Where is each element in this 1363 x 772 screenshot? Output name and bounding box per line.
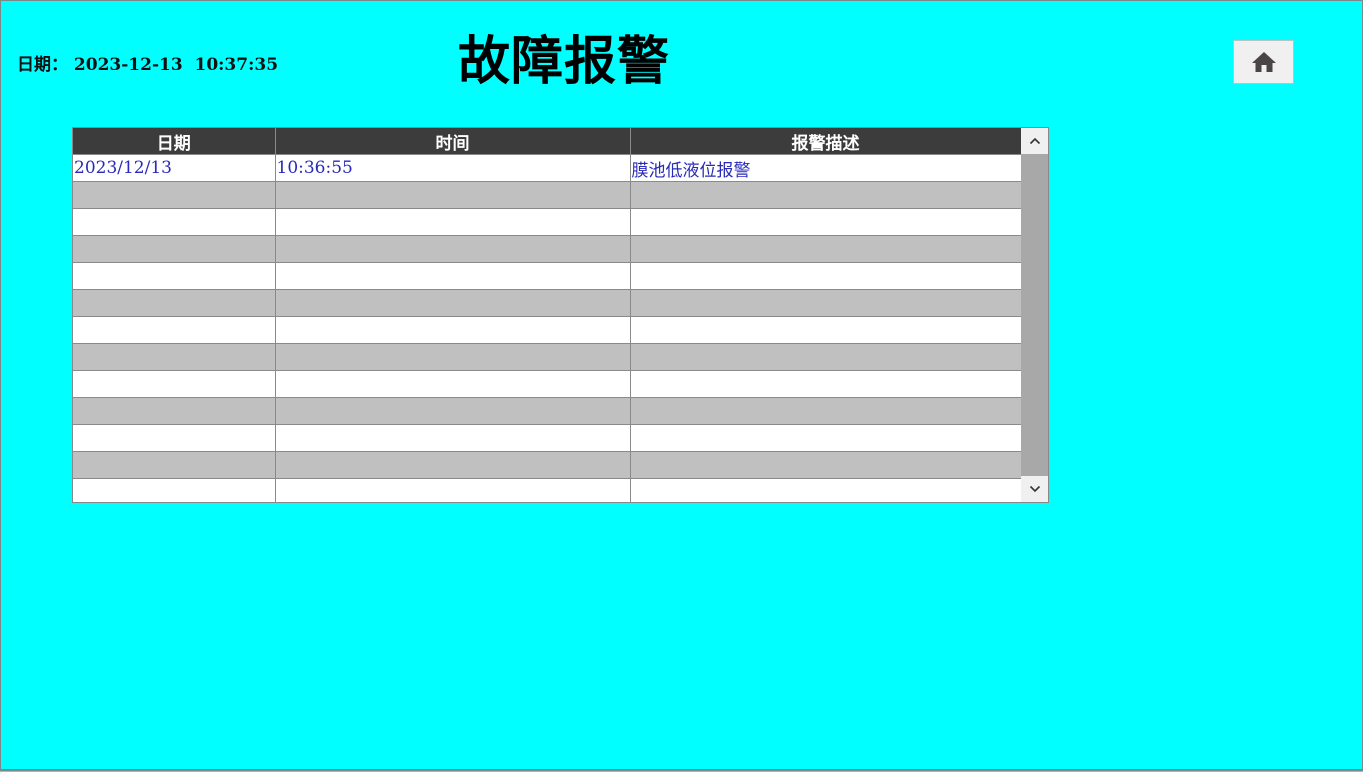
cell-date [73, 343, 276, 371]
cell-date [73, 235, 276, 263]
cell-date [73, 397, 276, 425]
cell-date: 2023/12/13 [73, 154, 276, 182]
scroll-down-button[interactable] [1021, 476, 1048, 502]
alarm-grid: 日期 时间 报警描述 2023/12/13 10:36:55 膜池低液位报警 [73, 128, 1022, 502]
cell-description: 膜池低液位报警 [630, 154, 1022, 182]
vertical-scrollbar[interactable] [1021, 128, 1048, 502]
table-row[interactable] [73, 397, 1022, 425]
cell-description [630, 289, 1022, 317]
current-datetime: 日期： 2023-12-13 10:37:35 [17, 55, 279, 75]
cell-time [275, 424, 631, 452]
cell-description [630, 316, 1022, 344]
table-header-row: 日期 时间 报警描述 [73, 128, 1022, 155]
table-row[interactable] [73, 208, 1022, 236]
cell-time: 10:36:55 [275, 154, 631, 182]
cell-time [275, 451, 631, 479]
cell-time [275, 343, 631, 371]
cell-time [275, 262, 631, 290]
chevron-up-icon [1029, 137, 1040, 145]
cell-time [275, 316, 631, 344]
cell-time [275, 289, 631, 317]
table-row[interactable] [73, 181, 1022, 209]
column-header-date[interactable]: 日期 [73, 128, 276, 155]
table-row[interactable] [73, 262, 1022, 290]
cell-description [630, 181, 1022, 209]
cell-description [630, 208, 1022, 236]
scroll-up-button[interactable] [1021, 128, 1048, 154]
page-title: 故障报警 [458, 31, 671, 92]
column-header-description[interactable]: 报警描述 [630, 128, 1022, 155]
cell-date [73, 289, 276, 317]
cell-date [73, 370, 276, 398]
table-row[interactable] [73, 424, 1022, 452]
cell-date [73, 316, 276, 344]
cell-time [275, 208, 631, 236]
home-button[interactable] [1233, 40, 1294, 84]
table-row[interactable]: 2023/12/13 10:36:55 膜池低液位报警 [73, 154, 1022, 182]
cell-description [630, 451, 1022, 479]
cell-description [630, 397, 1022, 425]
chevron-down-icon [1029, 485, 1040, 493]
column-header-time[interactable]: 时间 [275, 128, 631, 155]
table-row[interactable] [73, 478, 1022, 502]
cell-date [73, 478, 276, 502]
table-row[interactable] [73, 316, 1022, 344]
cell-description [630, 262, 1022, 290]
cell-date [73, 262, 276, 290]
cell-description [630, 235, 1022, 263]
cell-time [275, 478, 631, 502]
cell-description [630, 343, 1022, 371]
cell-description [630, 424, 1022, 452]
table-row[interactable] [73, 451, 1022, 479]
home-icon [1251, 52, 1276, 72]
cell-time [275, 181, 631, 209]
table-row[interactable] [73, 235, 1022, 263]
table-row[interactable] [73, 289, 1022, 317]
alarm-table: 日期 时间 报警描述 2023/12/13 10:36:55 膜池低液位报警 [72, 127, 1049, 503]
cell-time [275, 235, 631, 263]
cell-time [275, 370, 631, 398]
cell-date [73, 451, 276, 479]
cell-date [73, 424, 276, 452]
cell-date [73, 208, 276, 236]
table-row[interactable] [73, 343, 1022, 371]
cell-time [275, 397, 631, 425]
cell-description [630, 370, 1022, 398]
cell-date [73, 181, 276, 209]
table-row[interactable] [73, 370, 1022, 398]
cell-description [630, 478, 1022, 502]
